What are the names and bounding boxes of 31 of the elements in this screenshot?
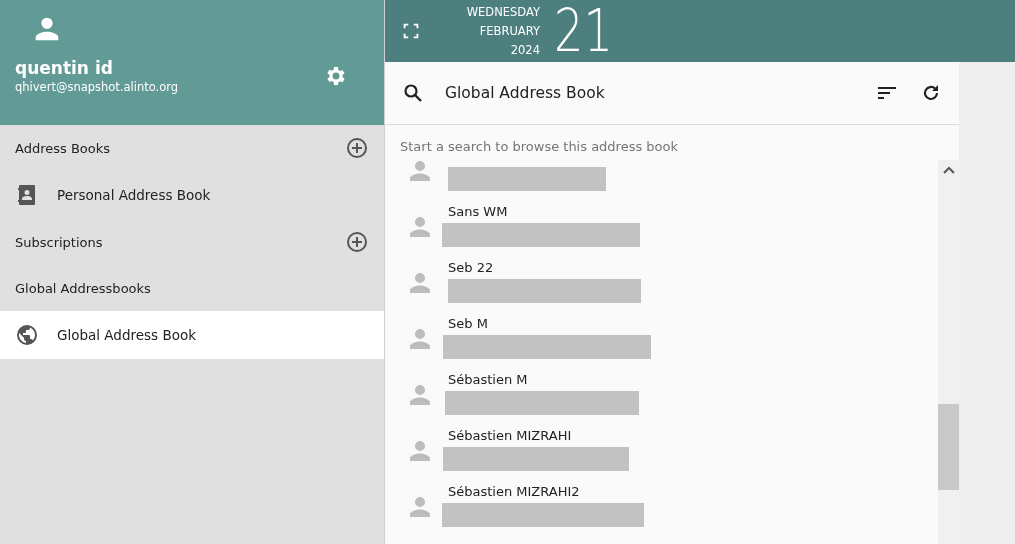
contact-row[interactable]: Seb M [385,308,938,364]
account-name: quentin id [15,58,114,78]
account-email: qhivert@snapshot.alinto.org [15,80,179,94]
hint-text: Start a search to browse this address book [399,138,680,156]
address-book-title: Global Address Book [445,84,606,102]
add-icon[interactable] [345,230,369,254]
contact-row[interactable]: Sébastien MIZRAHI [385,420,938,476]
section-heading: Address Books [15,140,111,156]
add-icon[interactable] [345,136,369,160]
scrollbar-thumb[interactable] [938,404,959,490]
chevron-up-icon[interactable] [942,166,955,174]
contact-name: Sébastien MIZRAHI2 [448,484,581,501]
address-book-item[interactable]: Personal Address Book [0,171,384,219]
contact-row[interactable]: Sébastien MIZRAHI2 [385,476,938,532]
contact-name: Sébastien MIZRAHI [448,428,573,445]
section-heading: Global Addressbooks [15,280,151,296]
month-label: FEBRUARY [479,22,540,40]
address-book-item[interactable]: Global Address Book [0,311,384,359]
contact-row[interactable]: Seb 22 [385,252,938,308]
scrollbar[interactable] [938,160,959,544]
contact-row[interactable]: Sans WM [385,196,938,252]
contact-name: Seb 22 [448,260,495,277]
contact-name: Seb M [448,316,489,333]
section-heading: Subscriptions [15,234,103,250]
day-number: 21 [554,1,614,61]
globe-icon [15,323,39,347]
contact-name: Sébastien M [448,372,529,389]
weekday-label: WEDNESDAY [466,3,540,21]
contact-name: Sans WM [448,204,509,221]
year-label: 2024 [510,41,540,59]
contact-row[interactable]: Sébastien M [385,364,938,420]
